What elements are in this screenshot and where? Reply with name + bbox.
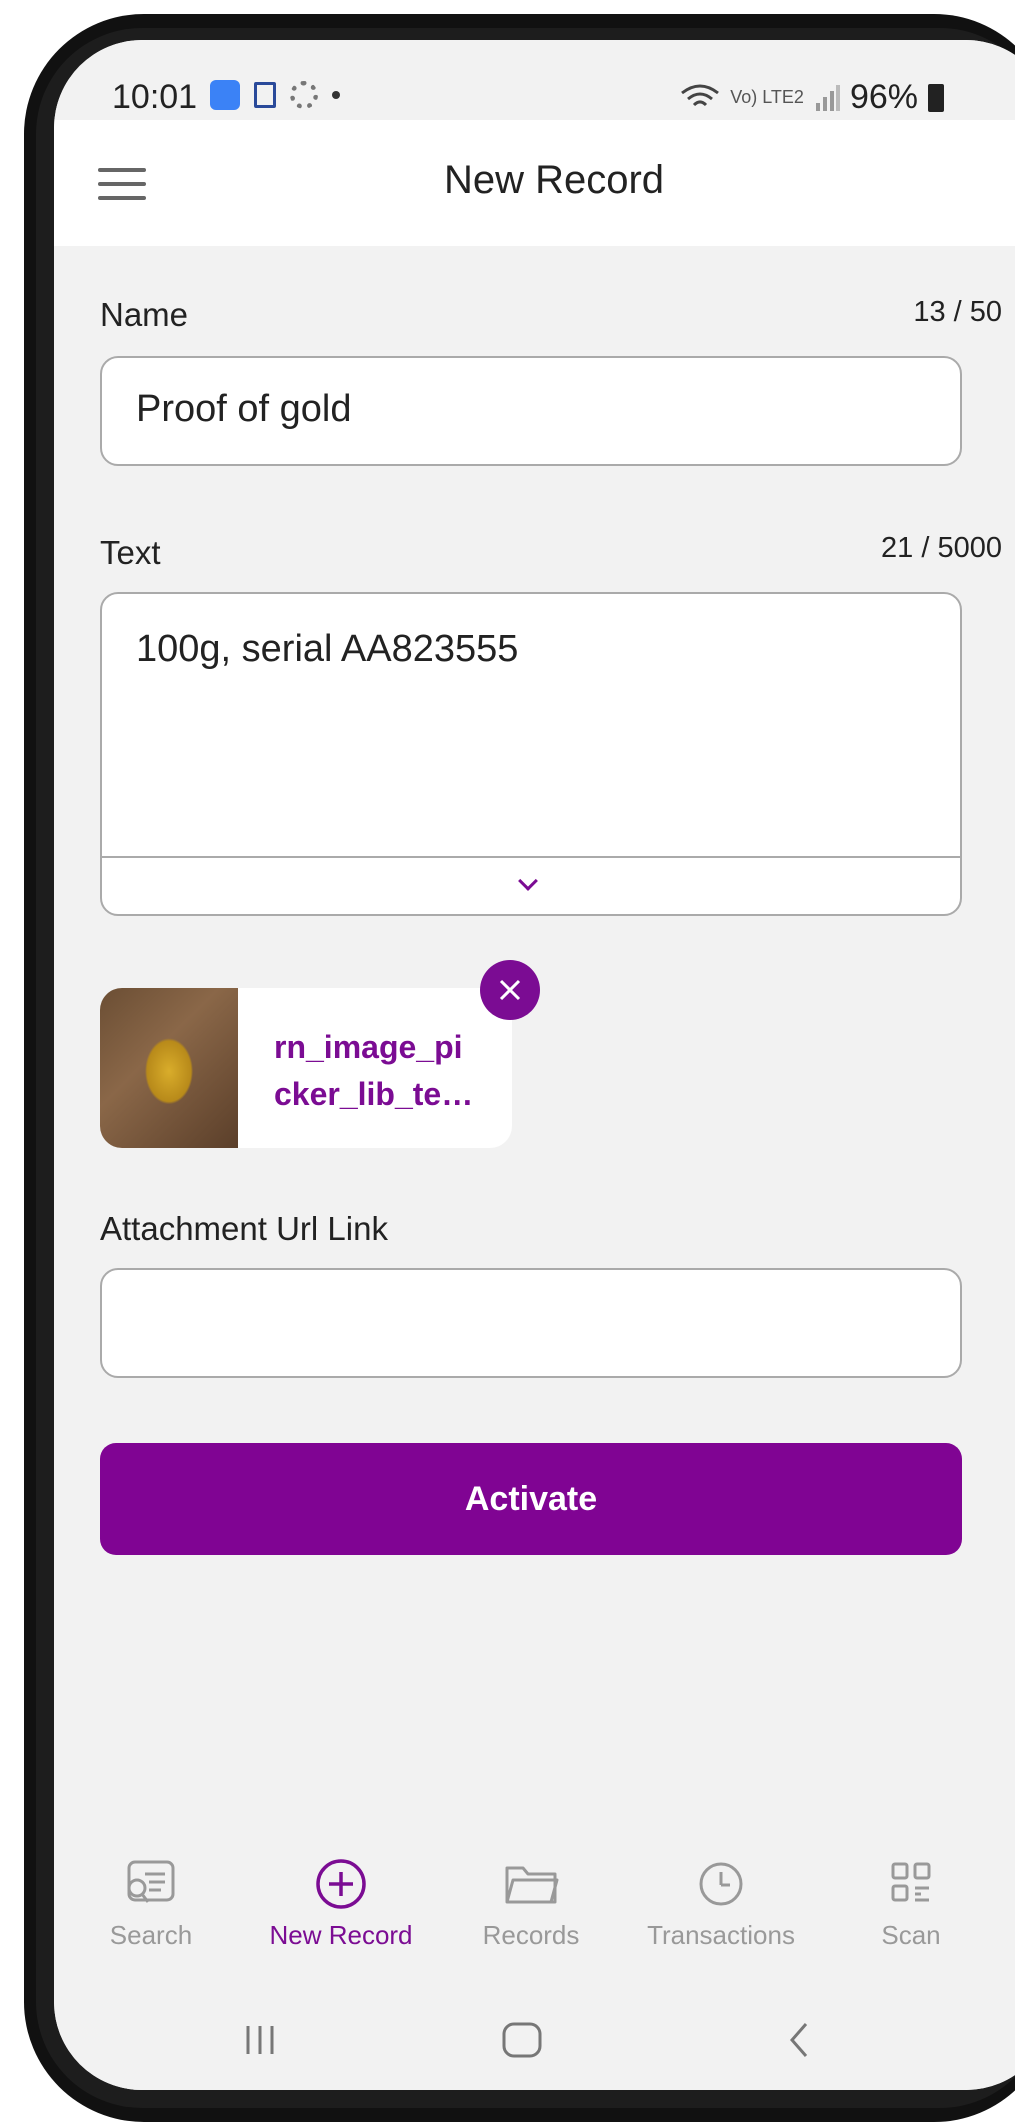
nav-item-new-record[interactable]: New Record <box>256 1858 426 1951</box>
screen: 10:01 Vo) LTE2 96% New Record Name 13 / … <box>54 40 1015 2090</box>
status-bar: 10:01 Vo) LTE2 96% <box>54 40 1015 120</box>
qr-code-icon <box>891 1862 931 1902</box>
search-doc-icon <box>127 1860 175 1903</box>
url-link-field[interactable] <box>100 1268 962 1378</box>
back-icon[interactable] <box>784 2020 814 2060</box>
text-counter: 21 / 5000 <box>881 532 1002 564</box>
nav-label-records: Records <box>482 1920 580 1950</box>
nav-label-scan: Scan <box>881 1920 941 1950</box>
system-nav-bar <box>54 1988 1015 2090</box>
page-title: New Record <box>443 158 665 202</box>
bottom-nav: Search New Record Records Transactions S… <box>54 1822 1015 1988</box>
attachment-thumbnail <box>100 988 238 1148</box>
text-label: Text <box>100 534 161 571</box>
field-divider <box>102 856 960 858</box>
activate-button[interactable]: Activate <box>100 1443 962 1555</box>
app-notification-icon <box>210 80 240 110</box>
name-counter: 13 / 50 <box>913 296 1002 328</box>
clock-icon <box>699 1862 743 1906</box>
name-value: Proof of gold <box>136 388 352 430</box>
signal-bars-icon <box>815 84 840 111</box>
url-link-label: Attachment Url Link <box>100 1210 388 1247</box>
battery-percentage: 96% <box>849 78 918 116</box>
nav-item-search[interactable]: Search <box>66 1858 236 1951</box>
text-value: 100g, serial AA823555 <box>136 628 519 670</box>
attachment-card[interactable]: rn_image_pi cker_lib_te… <box>100 988 512 1148</box>
name-label: Name <box>100 296 189 333</box>
chevron-down-icon[interactable] <box>518 871 538 891</box>
sync-icon <box>290 81 318 109</box>
text-field[interactable]: 100g, serial AA823555 <box>100 592 962 916</box>
close-icon <box>499 979 521 1001</box>
nav-item-records[interactable]: Records <box>446 1858 616 1951</box>
name-field[interactable]: Proof of gold <box>100 356 962 466</box>
notification-icons <box>210 80 340 110</box>
wifi-icon <box>681 84 720 106</box>
remove-attachment-button[interactable] <box>480 960 540 1020</box>
recent-apps-icon[interactable] <box>240 2020 280 2060</box>
plus-circle-icon <box>316 1859 366 1909</box>
network-label: Vo) LTE2 <box>730 87 804 107</box>
k-app-icon <box>254 82 276 108</box>
app-bar: New Record <box>54 120 1015 246</box>
home-icon[interactable] <box>500 2020 544 2060</box>
nav-label-search: Search <box>109 1920 193 1950</box>
status-right: Vo) LTE2 96% <box>680 78 944 117</box>
nav-item-transactions[interactable]: Transactions <box>636 1858 806 1951</box>
battery-icon <box>928 83 944 112</box>
nav-label-transactions: Transactions <box>647 1920 795 1950</box>
folder-icon <box>505 1866 559 1904</box>
status-time: 10:01 <box>112 78 198 116</box>
nav-item-scan[interactable]: Scan <box>826 1858 996 1951</box>
more-notifications-icon <box>332 91 340 99</box>
attachment-file-name: rn_image_pi cker_lib_te… <box>274 1029 474 1112</box>
nav-label-new-record: New Record <box>269 1920 413 1950</box>
